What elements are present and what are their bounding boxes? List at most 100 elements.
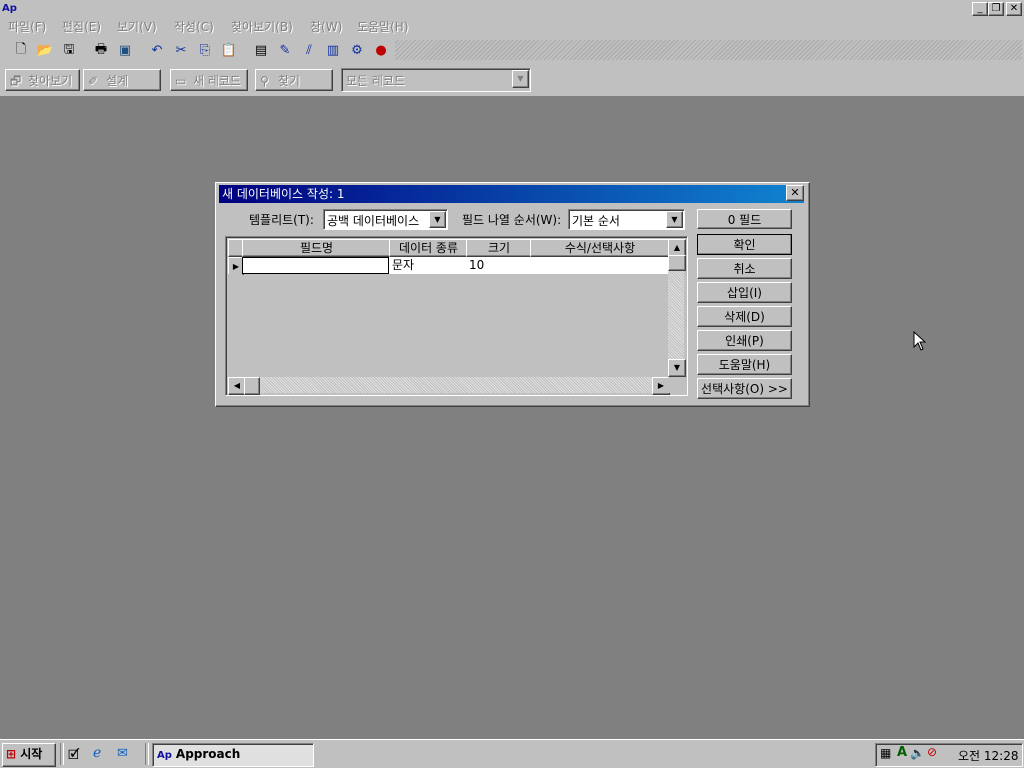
new-record-label: 새 레코드 bbox=[193, 74, 241, 88]
field-name-input[interactable] bbox=[242, 257, 389, 274]
worksheet-icon[interactable]: ⫽ bbox=[298, 40, 320, 61]
menu-view[interactable]: 보기(V) bbox=[117, 18, 157, 37]
volume-icon[interactable]: 🔈 bbox=[910, 746, 925, 760]
menu-window[interactable]: 창(W) bbox=[310, 18, 342, 37]
approach-app-icon: Ap bbox=[157, 750, 172, 761]
vertical-scrollbar[interactable]: ▲ ▼ bbox=[668, 239, 686, 377]
ime-icon[interactable]: A bbox=[897, 745, 907, 760]
find-button[interactable]: ⚲ 찾기 bbox=[255, 69, 333, 91]
size-cell[interactable]: 10 bbox=[466, 257, 530, 274]
browse-button[interactable]: 🗗 찾아보기 bbox=[5, 69, 80, 91]
menu-file[interactable]: 파일(F) bbox=[8, 18, 46, 37]
record-filter-select[interactable]: 모든 레코드 ▼ bbox=[341, 68, 531, 92]
toolbar-hatch bbox=[395, 40, 1022, 60]
taskbar-divider bbox=[60, 743, 64, 765]
menu-edit[interactable]: 편집(E) bbox=[62, 18, 101, 37]
field-count-button[interactable]: 0 필드 bbox=[697, 209, 792, 229]
options-button[interactable]: 선택사항(O) >> bbox=[697, 378, 792, 399]
clock[interactable]: 오전 12:28 bbox=[958, 747, 1018, 764]
dialog-title: 새 데이터베이스 작성: 1 bbox=[219, 185, 804, 203]
show-desktop-icon[interactable]: 🗹 bbox=[68, 746, 80, 768]
new-database-dialog: 새 데이터베이스 작성: 1 ✕ 템플리트(T): 공백 데이터베이스 ▼ 필드… bbox=[215, 182, 810, 407]
horizontal-scroll-thumb[interactable] bbox=[244, 377, 260, 395]
taskbar: ⊞ 시작 🗹 ℯ ✉ Ap Approach ▦ A 🔈 ⊘ 오전 12:28 bbox=[0, 739, 1024, 768]
chevron-down-icon[interactable]: ▼ bbox=[666, 211, 683, 228]
row-header-column bbox=[228, 274, 243, 375]
template-label: 템플리트(T): bbox=[249, 213, 314, 227]
taskbar-item-approach[interactable]: Ap Approach bbox=[152, 743, 314, 767]
column-header-formula[interactable]: 수식/선택사항 bbox=[530, 239, 670, 257]
form-icon[interactable]: ▤ bbox=[250, 40, 272, 61]
formula-cell[interactable] bbox=[530, 257, 668, 274]
column-header-size[interactable]: 크기 bbox=[466, 239, 532, 257]
menu-help[interactable]: 도움말(H) bbox=[357, 18, 409, 37]
taskbar-divider bbox=[145, 743, 149, 765]
vertical-scroll-thumb[interactable] bbox=[668, 255, 686, 271]
print-preview-icon[interactable]: ▣ bbox=[114, 40, 136, 61]
design-label: 설계 bbox=[106, 74, 129, 88]
design-icon: ✐ bbox=[88, 74, 99, 88]
start-button[interactable]: ⊞ 시작 bbox=[2, 743, 56, 767]
action-bar: 🗗 찾아보기 ✐ 설계 ▭ 새 레코드 ⚲ 찾기 모든 레코드 ▼ bbox=[0, 64, 1024, 97]
report-icon[interactable]: ✎ bbox=[274, 40, 296, 61]
close-icon[interactable]: ✕ bbox=[1006, 2, 1022, 16]
restore-icon[interactable]: ❐ bbox=[988, 2, 1004, 16]
browse-icon: 🗗 bbox=[10, 74, 22, 88]
new-record-button[interactable]: ▭ 새 레코드 bbox=[170, 69, 248, 91]
approach-app-icon[interactable]: Ap bbox=[2, 1, 18, 16]
find-icon: ⚲ bbox=[260, 74, 269, 88]
start-label: 시작 bbox=[20, 747, 43, 761]
new-file-icon[interactable]: 🗋 bbox=[10, 40, 32, 61]
field-order-label: 필드 나열 순서(W): bbox=[462, 213, 562, 227]
copy-icon[interactable]: ⎘ bbox=[194, 40, 216, 61]
menu-create[interactable]: 작성(C) bbox=[174, 18, 214, 37]
print-button[interactable]: 인쇄(P) bbox=[697, 330, 792, 351]
taskbar-item-label: Approach bbox=[175, 747, 241, 761]
column-header-data-type[interactable]: 데이터 종류 bbox=[389, 239, 468, 257]
paste-icon[interactable]: 📋 bbox=[218, 40, 240, 61]
close-icon[interactable]: ✕ bbox=[786, 185, 804, 201]
cut-icon[interactable]: ✂ bbox=[170, 40, 192, 61]
menu-browse[interactable]: 찾아보기(B) bbox=[231, 18, 293, 37]
new-record-icon: ▭ bbox=[175, 74, 187, 88]
query-icon[interactable]: ⚙ bbox=[346, 40, 368, 61]
app-title-strip: Ap _ ❐ ✕ bbox=[0, 0, 1024, 18]
toolbar: 🗋 📂 🖫 🖶 ▣ ↶ ✂ ⎘ 📋 ▤ ✎ ⫽ ▥ ⚙ ● bbox=[0, 37, 1024, 64]
field-order-select[interactable]: 기본 순서 ▼ bbox=[568, 209, 685, 230]
scroll-down-icon[interactable]: ▼ bbox=[668, 359, 686, 377]
field-definition-grid: 필드명 데이터 종류 크기 수식/선택사항 ▶ 문자 10 ▲ ▼ ◀ ▶ bbox=[225, 236, 688, 396]
column-header-field-name[interactable]: 필드명 bbox=[242, 239, 391, 257]
chevron-down-icon[interactable]: ▼ bbox=[512, 70, 529, 88]
scroll-corner bbox=[668, 377, 684, 393]
browse-label: 찾아보기 bbox=[28, 74, 73, 88]
minimize-icon[interactable]: _ bbox=[972, 2, 988, 16]
chart-icon[interactable]: ▥ bbox=[322, 40, 344, 61]
smartmaster-icon[interactable]: ● bbox=[370, 40, 392, 61]
chevron-down-icon[interactable]: ▼ bbox=[429, 211, 446, 228]
print-icon[interactable]: 🖶 bbox=[90, 40, 112, 61]
ok-button[interactable]: 확인 bbox=[697, 234, 792, 255]
data-type-cell[interactable]: 문자 bbox=[389, 257, 466, 274]
undo-icon[interactable]: ↶ bbox=[146, 40, 168, 61]
cancel-button[interactable]: 취소 bbox=[697, 258, 792, 279]
insert-button[interactable]: 삽입(I) bbox=[697, 282, 792, 303]
open-folder-icon[interactable]: 📂 bbox=[34, 40, 56, 61]
internet-explorer-icon[interactable]: ℯ bbox=[93, 745, 101, 761]
template-select[interactable]: 공백 데이터베이스 ▼ bbox=[323, 209, 448, 230]
grid-empty-area[interactable] bbox=[242, 275, 668, 375]
find-label: 찾기 bbox=[278, 74, 301, 88]
windows-logo-icon: ⊞ bbox=[6, 747, 17, 761]
mouse-cursor-icon bbox=[913, 331, 927, 351]
scheduler-icon[interactable]: ▦ bbox=[880, 746, 891, 760]
save-icon[interactable]: 🖫 bbox=[58, 40, 80, 61]
record-filter-value: 모든 레코드 bbox=[346, 74, 406, 88]
menu-bar: 파일(F) 편집(E) 보기(V) 작성(C) 찾아보기(B) 창(W) 도움말… bbox=[0, 18, 1024, 37]
design-button[interactable]: ✐ 설계 bbox=[83, 69, 161, 91]
horizontal-scrollbar[interactable]: ◀ ▶ bbox=[228, 377, 670, 395]
template-value: 공백 데이터베이스 bbox=[327, 214, 420, 228]
delete-button[interactable]: 삭제(D) bbox=[697, 306, 792, 327]
no-entry-icon[interactable]: ⊘ bbox=[927, 745, 937, 759]
help-button[interactable]: 도움말(H) bbox=[697, 354, 792, 375]
field-order-value: 기본 순서 bbox=[572, 214, 620, 228]
outlook-express-icon[interactable]: ✉ bbox=[117, 746, 128, 761]
